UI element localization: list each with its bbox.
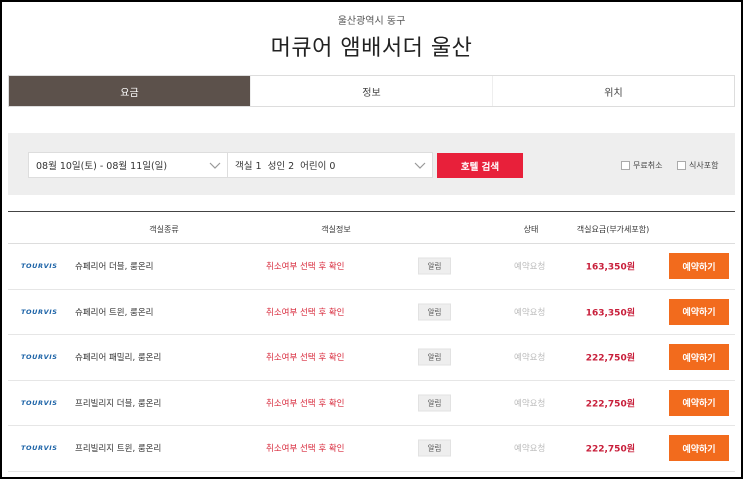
book-button[interactable]: 예약하기 — [669, 344, 729, 371]
hotel-location: 울산광역시 동구 — [337, 16, 406, 27]
meal-included-label: 식사포함 — [689, 161, 719, 170]
header-price: 객실요금(부가세포함) — [576, 225, 650, 234]
table-row: TOURVIS 슈페리어 더블, 룸온리 취소여부 선택 후 확인 알림 예약요… — [8, 244, 735, 290]
notice-button[interactable]: 알림 — [418, 348, 451, 366]
table-row: TOURVIS 슈페리어 패밀리, 룸온리 취소여부 선택 후 확인 알림 예약… — [8, 335, 735, 381]
booking-status: 예약요청 — [514, 307, 546, 318]
checkbox-icon — [621, 161, 630, 170]
room-guest-select[interactable]: 객실 1 성인 2 어린이 0 — [227, 152, 433, 178]
cancel-policy-text: 취소여부 선택 후 확인 — [266, 307, 345, 318]
hotel-title: 머큐어 앰배서더 울산 — [270, 36, 473, 61]
room-name: 프리빌리지 더블, 룸온리 — [75, 398, 162, 409]
cancel-policy-text: 취소여부 선택 후 확인 — [266, 353, 345, 364]
chevron-down-icon — [209, 162, 221, 169]
tourvis-logo: TOURVIS — [21, 353, 58, 362]
booking-status: 예약요청 — [514, 353, 546, 364]
tourvis-logo: TOURVIS — [21, 444, 58, 453]
hotel-search-button[interactable]: 호텔 검색 — [437, 153, 523, 178]
checkbox-icon — [677, 161, 686, 170]
room-name: 슈페리어 트윈, 룸온리 — [75, 307, 154, 318]
room-price: 163,350원 — [585, 262, 635, 273]
tourvis-logo: TOURVIS — [21, 307, 58, 316]
hotel-page: 울산광역시 동구 머큐어 앰배서더 울산 요금 정보 위치 08월 10일(토)… — [2, 2, 741, 477]
notice-button[interactable]: 알림 — [418, 303, 451, 321]
header-room-info: 객실정보 — [321, 225, 351, 234]
room-price: 163,350원 — [585, 308, 635, 319]
tab-info[interactable]: 정보 — [251, 76, 493, 106]
cancel-policy-text: 취소여부 선택 후 확인 — [266, 444, 345, 455]
table-header: 객실종류 객실정보 상태 객실요금(부가세포함) — [8, 212, 735, 244]
book-button[interactable]: 예약하기 — [669, 435, 729, 462]
room-name: 프리빌리지 트윈, 룸온리 — [75, 444, 162, 455]
tourvis-logo: TOURVIS — [21, 262, 58, 271]
booking-status: 예약요청 — [514, 398, 546, 409]
free-cancel-label: 무료취소 — [633, 161, 663, 170]
date-range-select[interactable]: 08월 10일(토) - 08월 11일(일) — [28, 152, 228, 178]
book-button[interactable]: 예약하기 — [669, 298, 729, 325]
search-panel: 08월 10일(토) - 08월 11일(일) 객실 1 성인 2 어린이 0 … — [8, 133, 735, 195]
cancel-policy-text: 취소여부 선택 후 확인 — [266, 262, 345, 273]
tab-rates[interactable]: 요금 — [9, 76, 251, 106]
room-rate-table: 객실종류 객실정보 상태 객실요금(부가세포함) TOURVIS 슈페리어 더블… — [8, 211, 735, 472]
book-button[interactable]: 예약하기 — [669, 253, 729, 280]
room-guest-value: 객실 1 성인 2 어린이 0 — [235, 161, 336, 172]
tab-bar: 요금 정보 위치 — [8, 75, 735, 107]
room-name: 슈페리어 패밀리, 룸온리 — [75, 353, 162, 364]
notice-button[interactable]: 알림 — [418, 439, 451, 457]
free-cancel-checkbox[interactable]: 무료취소 — [621, 160, 662, 171]
table-row: TOURVIS 슈페리어 트윈, 룸온리 취소여부 선택 후 확인 알림 예약요… — [8, 290, 735, 335]
tab-location[interactable]: 위치 — [493, 76, 734, 106]
table-row: TOURVIS 프리빌리지 더블, 룸온리 취소여부 선택 후 확인 알림 예약… — [8, 381, 735, 426]
date-range-value: 08월 10일(토) - 08월 11일(일) — [36, 161, 168, 172]
chevron-down-icon — [414, 162, 426, 169]
book-button[interactable]: 예약하기 — [669, 389, 729, 416]
tourvis-logo: TOURVIS — [21, 398, 58, 407]
notice-button[interactable]: 알림 — [418, 394, 451, 412]
cancel-policy-text: 취소여부 선택 후 확인 — [266, 398, 345, 409]
notice-button[interactable]: 알림 — [418, 257, 451, 275]
table-row: TOURVIS 프리빌리지 트윈, 룸온리 취소여부 선택 후 확인 알림 예약… — [8, 426, 735, 472]
header-status: 상태 — [523, 225, 539, 234]
booking-status: 예약요청 — [514, 444, 546, 455]
room-price: 222,750원 — [585, 353, 635, 364]
meal-included-checkbox[interactable]: 식사포함 — [677, 160, 718, 171]
room-price: 222,750원 — [585, 444, 635, 455]
booking-status: 예약요청 — [514, 262, 546, 273]
header-room-type: 객실종류 — [149, 225, 179, 234]
room-price: 222,750원 — [585, 399, 635, 410]
room-name: 슈페리어 더블, 룸온리 — [75, 262, 154, 273]
